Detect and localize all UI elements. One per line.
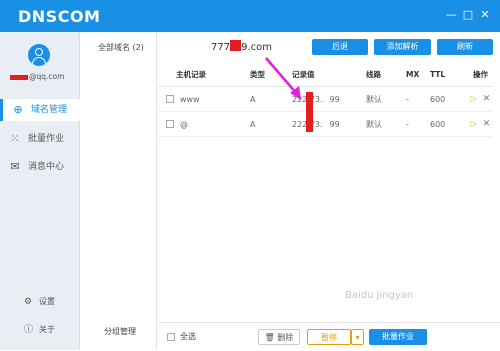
row-checkbox[interactable] — [166, 120, 174, 128]
table-row: @ A 222.73. 99 默认 - 600 ▷ ✕ — [158, 111, 492, 137]
column-header: 线路 — [365, 62, 405, 87]
host-cell: www — [158, 86, 249, 112]
sidebar-item-domain-management[interactable]: ⊕ 域名管理 — [0, 99, 80, 121]
refresh-button[interactable]: 刷新 — [437, 39, 493, 55]
add-record-button[interactable]: 添加解析 — [374, 39, 431, 55]
row-checkbox[interactable] — [166, 95, 174, 103]
back-button[interactable]: 后退 — [312, 39, 368, 55]
chevron-down-icon[interactable]: ▾ — [351, 329, 364, 345]
maximize-icon[interactable]: □ — [462, 9, 474, 21]
column-header: 记录值 — [291, 62, 365, 87]
line-cell: 默认 — [365, 86, 405, 112]
delete-icon[interactable]: ✕ — [483, 119, 491, 129]
redaction-mark — [10, 74, 28, 80]
ttl-cell: 600 — [429, 111, 469, 137]
value-cell: 222.73. 99 — [291, 111, 365, 137]
value-cell: 222.73. 99 — [291, 86, 365, 112]
column-header: MX — [405, 62, 429, 87]
avatar[interactable] — [28, 44, 50, 66]
minimize-icon[interactable]: — — [445, 9, 457, 21]
sidebar-item-batch-jobs[interactable]: ⁙ 批量作业 — [0, 128, 80, 150]
group-panel: 全部域名 (2) 分组管理 — [80, 32, 157, 350]
sidebar-item-label: 批量作业 — [28, 134, 65, 144]
message-icon: ✉ — [10, 160, 20, 173]
ttl-cell: 600 — [429, 86, 469, 112]
info-icon: ⓘ — [24, 325, 34, 335]
group-manage-button[interactable]: 分组管理 — [104, 326, 136, 337]
delete-icon[interactable]: ✕ — [483, 94, 491, 104]
sidebar-item-message-center[interactable]: ✉ 消息中心 — [0, 156, 80, 178]
pause-button[interactable]: 暂停 — [307, 329, 351, 345]
mx-cell: - — [405, 111, 429, 137]
actions-cell: ▷ ✕ — [469, 111, 492, 137]
sidebar-item-label: 消息中心 — [28, 162, 65, 172]
enable-icon[interactable]: ▷ — [471, 119, 477, 128]
select-all-label: 全选 — [180, 332, 196, 341]
gear-icon: ⚙ — [24, 297, 33, 307]
delete-button[interactable]: 🗑 删除 — [258, 329, 300, 345]
dns-records-table: 主机记录 类型 记录值 线路 MX TTL 操作 www A 222.73. 99… — [158, 62, 492, 137]
table-header-row: 主机记录 类型 记录值 线路 MX TTL 操作 — [158, 62, 492, 87]
batch-job-button[interactable]: 批量作业 — [369, 329, 427, 345]
type-cell: A — [249, 111, 291, 137]
actions-cell: ▷ ✕ — [469, 86, 492, 112]
settings-button[interactable]: ⚙ 设置 — [0, 294, 80, 310]
app-logo: DNSCOM — [18, 7, 101, 26]
column-header: TTL — [429, 62, 469, 87]
sidebar: @qq.com ⊕ 域名管理 ⁙ 批量作业 ✉ 消息中心 ⚙ 设置 ⓘ 关于 — [0, 32, 80, 350]
globe-icon: ⊕ — [13, 103, 23, 116]
select-all-checkbox[interactable] — [167, 333, 175, 341]
user-email: @qq.com — [10, 72, 74, 81]
grid-icon: ⁙ — [10, 132, 20, 145]
domain-title: 777 9.com — [211, 40, 272, 53]
host-cell: @ — [158, 111, 249, 137]
about-button[interactable]: ⓘ 关于 — [0, 322, 80, 338]
column-header: 主机记录 — [158, 62, 249, 87]
sidebar-item-label: 域名管理 — [31, 105, 68, 115]
close-icon[interactable]: ✕ — [479, 9, 491, 21]
mx-cell: - — [405, 86, 429, 112]
redaction-mark — [230, 40, 242, 51]
type-cell: A — [249, 86, 291, 112]
footer-bar: 全选 🗑 删除 暂停 ▾ 批量作业 — [158, 322, 500, 351]
line-cell: 默认 — [365, 111, 405, 137]
group-all-domains[interactable]: 全部域名 (2) — [98, 42, 144, 53]
trash-icon: 🗑 — [264, 333, 275, 342]
table-row: www A 222.73. 99 默认 - 600 ▷ ✕ — [158, 86, 492, 112]
watermark: Baidu jingyan — [345, 290, 414, 301]
column-header: 类型 — [249, 62, 291, 87]
title-bar: DNSCOM — □ ✕ — [0, 0, 500, 32]
main-panel: 777 9.com 后退 添加解析 刷新 主机记录 类型 记录值 线路 MX TT… — [158, 32, 500, 350]
column-header: 操作 — [469, 62, 492, 87]
enable-icon[interactable]: ▷ — [471, 94, 477, 103]
